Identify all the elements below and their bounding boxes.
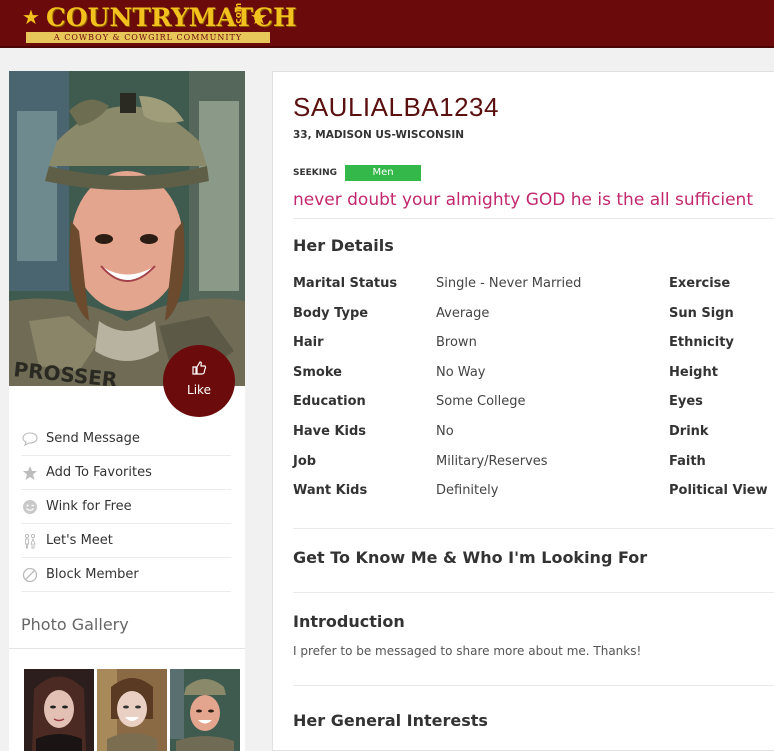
gallery-thumbnail[interactable] bbox=[97, 669, 167, 751]
detail-value: Brown bbox=[436, 335, 477, 351]
photo-gallery-title: Photo Gallery bbox=[21, 615, 129, 634]
profile-username: SAULIALBA1234 bbox=[293, 92, 499, 122]
introduction-text: I prefer to be messaged to share more ab… bbox=[293, 644, 642, 658]
block-member-button[interactable]: Block Member bbox=[21, 558, 231, 592]
details-row: Hair Brown Ethnicity bbox=[293, 331, 774, 361]
profile-photo-image: PROSSER bbox=[9, 71, 245, 386]
chat-bubble-icon bbox=[21, 430, 39, 448]
lets-meet-label: Let's Meet bbox=[46, 533, 113, 548]
detail-value: Some College bbox=[436, 394, 526, 410]
divider bbox=[293, 685, 774, 686]
seeking-badge: Men bbox=[345, 165, 421, 181]
like-label: Like bbox=[187, 383, 211, 397]
details-row: Body Type Average Sun Sign bbox=[293, 302, 774, 332]
couple-icon bbox=[21, 532, 39, 550]
detail-key: Faith bbox=[669, 453, 706, 469]
logo-tagline: A COWBOY & COWGIRL COMMUNITY bbox=[26, 32, 270, 43]
send-message-button[interactable]: Send Message bbox=[21, 422, 231, 456]
detail-value: Average bbox=[436, 305, 490, 321]
details-row: Marital Status Single - Never Married Ex… bbox=[293, 272, 774, 302]
detail-key: Height bbox=[669, 364, 718, 380]
detail-value: No bbox=[436, 423, 454, 439]
wink-face-icon bbox=[21, 498, 39, 516]
profile-photo[interactable]: PROSSER bbox=[9, 71, 245, 386]
detail-value: Military/Reserves bbox=[436, 453, 548, 469]
get-to-know-me-title: Get To Know Me & Who I'm Looking For bbox=[293, 548, 648, 567]
add-to-favorites-label: Add To Favorites bbox=[46, 465, 152, 480]
introduction-title: Introduction bbox=[293, 612, 405, 631]
logo-star-right-icon: ★ bbox=[250, 5, 268, 29]
block-member-label: Block Member bbox=[46, 567, 139, 582]
logo-star-left-icon: ★ bbox=[22, 5, 40, 29]
detail-key: Smoke bbox=[293, 364, 342, 380]
profile-sidebar: PROSSER Like Send Message Add To Favorit… bbox=[9, 71, 245, 751]
detail-key: Marital Status bbox=[293, 276, 398, 291]
details-row: Want Kids Definitely Political View bbox=[293, 479, 774, 509]
gallery-thumbnail[interactable] bbox=[170, 669, 240, 751]
detail-key: Hair bbox=[293, 335, 324, 351]
gallery-divider bbox=[9, 648, 245, 649]
thumbs-up-icon bbox=[192, 361, 207, 375]
wink-for-free-button[interactable]: Wink for Free bbox=[21, 490, 231, 524]
detail-key: Ethnicity bbox=[669, 335, 734, 351]
lets-meet-button[interactable]: Let's Meet bbox=[21, 524, 231, 558]
wink-for-free-label: Wink for Free bbox=[46, 499, 132, 514]
profile-main: SAULIALBA1234 33, MADISON US-WISCONSIN S… bbox=[272, 71, 774, 751]
details-row: Have Kids No Drink bbox=[293, 420, 774, 450]
details-table: Marital Status Single - Never Married Ex… bbox=[293, 272, 774, 509]
detail-key: Drink bbox=[669, 423, 709, 439]
details-row: Smoke No Way Height bbox=[293, 361, 774, 391]
detail-value: Single - Never Married bbox=[436, 276, 582, 291]
detail-key: Job bbox=[293, 453, 317, 469]
send-message-label: Send Message bbox=[46, 431, 140, 446]
gallery-thumbnail[interactable] bbox=[24, 669, 94, 751]
profile-tagline: never doubt your almighty GOD he is the … bbox=[293, 190, 753, 210]
detail-key: Body Type bbox=[293, 305, 369, 321]
detail-value: Definitely bbox=[436, 483, 499, 499]
like-button[interactable]: Like bbox=[163, 345, 235, 417]
profile-location: 33, MADISON US-WISCONSIN bbox=[293, 129, 465, 141]
her-details-title: Her Details bbox=[293, 236, 394, 255]
detail-key: Exercise bbox=[669, 276, 731, 291]
detail-key: Political View bbox=[669, 483, 768, 499]
details-row: Education Some College Eyes bbox=[293, 390, 774, 420]
detail-value: No Way bbox=[436, 364, 486, 380]
detail-key: Have Kids bbox=[293, 423, 367, 439]
detail-key: Want Kids bbox=[293, 483, 368, 499]
divider bbox=[293, 592, 774, 593]
star-icon bbox=[21, 464, 39, 482]
profile-actions: Send Message Add To Favorites Wink for F… bbox=[21, 422, 231, 592]
site-header: ★ COUNTRYMATCH .com ★ A COWBOY & COWGIRL… bbox=[0, 0, 774, 48]
divider bbox=[293, 528, 774, 529]
detail-key: Sun Sign bbox=[669, 305, 734, 321]
logo-com: .com bbox=[234, 2, 244, 27]
seeking-label: SEEKING bbox=[293, 168, 338, 178]
detail-key: Eyes bbox=[669, 394, 703, 410]
general-interests-title: Her General Interests bbox=[293, 711, 488, 730]
detail-key: Education bbox=[293, 394, 366, 410]
details-row: Job Military/Reserves Faith bbox=[293, 450, 774, 480]
divider bbox=[293, 218, 774, 219]
site-logo[interactable]: ★ COUNTRYMATCH .com ★ A COWBOY & COWGIRL… bbox=[20, 2, 297, 43]
add-to-favorites-button[interactable]: Add To Favorites bbox=[21, 456, 231, 490]
block-icon bbox=[21, 566, 39, 584]
